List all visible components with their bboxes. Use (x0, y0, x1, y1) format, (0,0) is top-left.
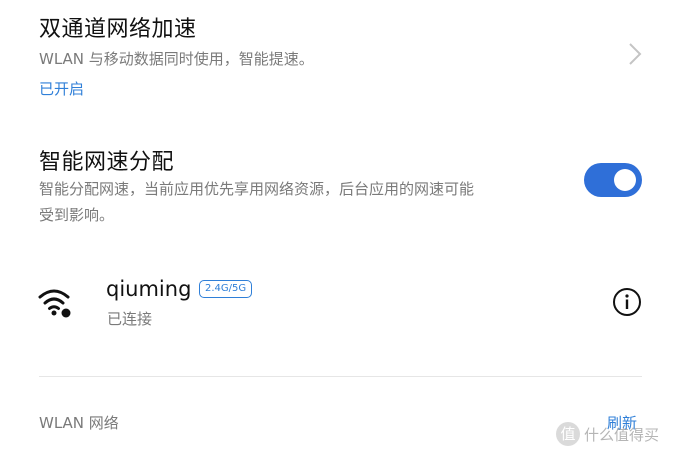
dual-channel-row[interactable]: 双通道网络加速 WLAN 与移动数据同时使用，智能提速。 已开启 (0, 0, 680, 112)
smart-speed-description-line1: 智能分配网速，当前应用优先享用网络资源，后台应用的网速可能 (39, 180, 475, 198)
dual-channel-title: 双通道网络加速 (39, 17, 197, 42)
dual-channel-status: 已开启 (39, 80, 85, 98)
dual-channel-description: WLAN 与移动数据同时使用，智能提速。 (39, 50, 314, 68)
divider (39, 376, 642, 377)
smart-speed-row: 智能网速分配 智能分配网速，当前应用优先享用网络资源，后台应用的网速可能 受到影… (0, 130, 680, 240)
toggle-knob (614, 169, 636, 191)
wifi-lock-icon (38, 289, 71, 318)
chevron-right-icon (629, 43, 642, 65)
watermark-text: 什么值得买 (584, 425, 660, 444)
band-badge: 2.4G/5G (199, 280, 253, 298)
smart-speed-title: 智能网速分配 (39, 150, 175, 175)
smart-speed-toggle[interactable] (584, 163, 642, 197)
connection-status: 已连接 (107, 310, 153, 328)
watermark-logo: 值 (556, 422, 580, 446)
network-ssid: qiuming (106, 277, 192, 301)
smart-speed-description-line2: 受到影响。 (39, 206, 115, 224)
watermark: 值 什么值得买 (556, 420, 659, 448)
connected-network-row[interactable]: qiuming 2.4G/5G 已连接 (0, 258, 680, 348)
info-icon[interactable] (612, 287, 642, 317)
wlan-section-label: WLAN 网络 (39, 414, 119, 432)
